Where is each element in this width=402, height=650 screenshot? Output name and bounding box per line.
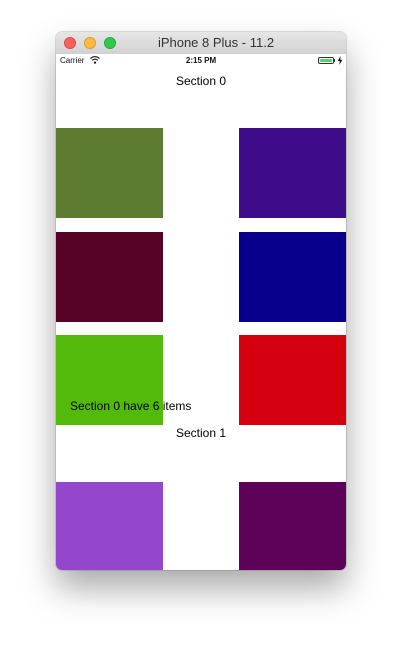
collection-cell[interactable] <box>239 335 346 425</box>
battery-icon <box>318 57 334 64</box>
status-time: 2:15 PM <box>185 56 217 65</box>
window-title: iPhone 8 Plus - 11.2 <box>157 35 275 50</box>
section-footer: Section 0 have 6 items <box>70 399 192 413</box>
collection-cell[interactable] <box>56 128 163 218</box>
battery-nub <box>334 59 335 62</box>
collection-cell[interactable] <box>239 482 346 570</box>
collection-cell[interactable] <box>56 232 163 322</box>
collection-cell[interactable] <box>239 128 346 218</box>
battery-level-fill <box>320 59 332 62</box>
simulator-window: iPhone 8 Plus - 11.2 Carrier 2:15 PM Sec… <box>56 32 346 570</box>
section-header: Section 0 <box>175 74 227 88</box>
device-screen: Carrier 2:15 PM Section 0 Section 0 have … <box>56 54 346 570</box>
section-header: Section 1 <box>175 426 227 440</box>
status-bar: Carrier 2:15 PM <box>56 54 346 68</box>
collection-cell[interactable] <box>56 482 163 570</box>
desktop: iPhone 8 Plus - 11.2 Carrier 2:15 PM Sec… <box>0 0 402 650</box>
collection-cell[interactable] <box>239 232 346 322</box>
title-bar[interactable]: iPhone 8 Plus - 11.2 <box>56 32 346 55</box>
charging-bolt-icon <box>337 56 343 65</box>
